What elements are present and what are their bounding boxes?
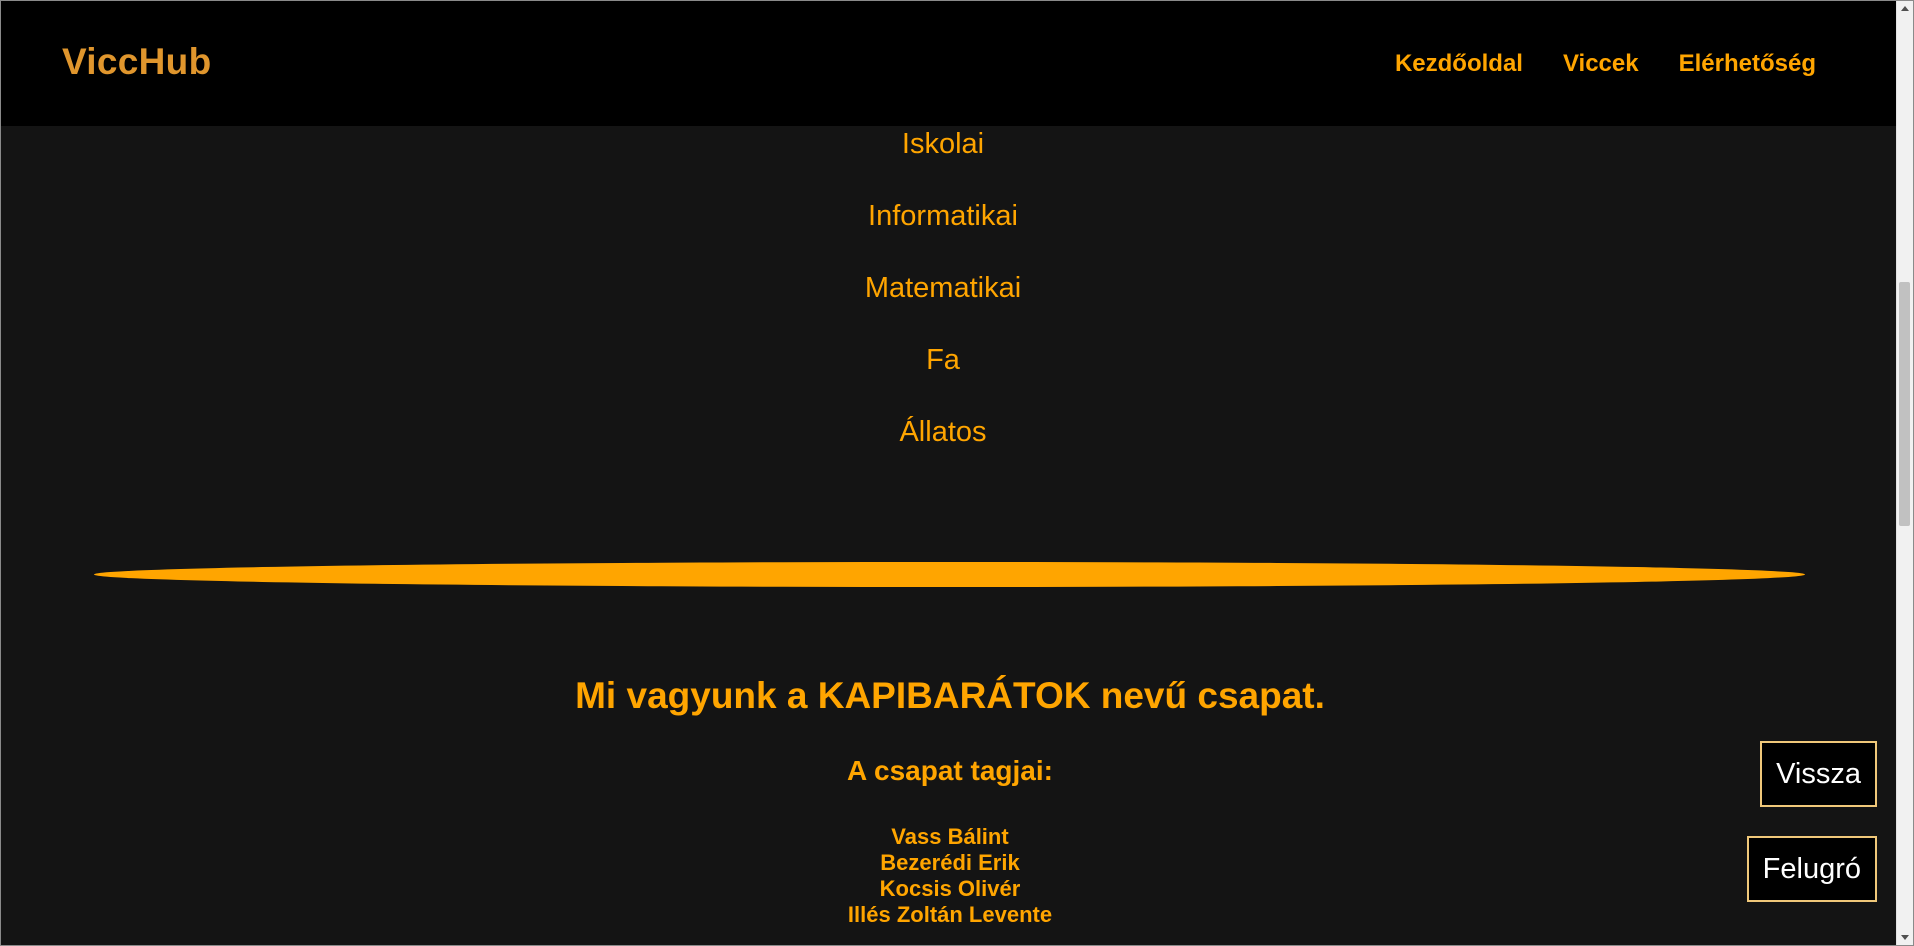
nav-link-home[interactable]: Kezdőoldal	[1395, 50, 1523, 78]
main-nav: Kezdőoldal Viccek Elérhetőség	[1395, 50, 1816, 78]
category-item-math[interactable]: Matematikai	[1, 266, 1885, 338]
category-item-school[interactable]: Iskolai	[1, 122, 1885, 194]
brand-logo[interactable]: ViccHub	[62, 41, 211, 83]
team-subtitle: A csapat tagjai:	[847, 755, 1053, 786]
scroll-up-arrow-icon[interactable]	[1901, 6, 1909, 11]
nav-link-contact[interactable]: Elérhetőség	[1679, 50, 1816, 78]
vertical-scrollbar[interactable]	[1896, 1, 1913, 945]
team-title: Mi vagyunk a KAPIBARÁTOK nevű csapat.	[575, 675, 1325, 716]
category-item-animal[interactable]: Állatos	[1, 410, 1885, 482]
page: ViccHub Kezdőoldal Viccek Elérhetőség Is…	[0, 0, 1914, 946]
popup-button[interactable]: Felugró	[1746, 836, 1877, 902]
team-member: Kocsis Olivér	[879, 876, 1021, 901]
scrollbar-thumb[interactable]	[1899, 282, 1910, 526]
team-member: Illés Zoltán Levente	[847, 902, 1053, 927]
team-member-list: Vass Bálint Bezerédi Erik Kocsis Olivér …	[1, 824, 1899, 928]
scroll-down-arrow-icon[interactable]	[1901, 935, 1909, 940]
team-member: Bezerédi Erik	[880, 850, 1020, 875]
category-item-tree[interactable]: Fa	[1, 338, 1885, 410]
category-item-it[interactable]: Informatikai	[1, 194, 1885, 266]
nav-link-jokes[interactable]: Viccek	[1563, 50, 1639, 78]
joke-category-list: Iskolai Informatikai Matematikai Fa Álla…	[1, 122, 1885, 482]
team-member: Vass Bálint	[891, 824, 1009, 849]
back-button[interactable]: Vissza	[1760, 741, 1877, 807]
site-header: ViccHub Kezdőoldal Viccek Elérhetőség	[1, 1, 1898, 126]
section-divider	[94, 562, 1805, 587]
